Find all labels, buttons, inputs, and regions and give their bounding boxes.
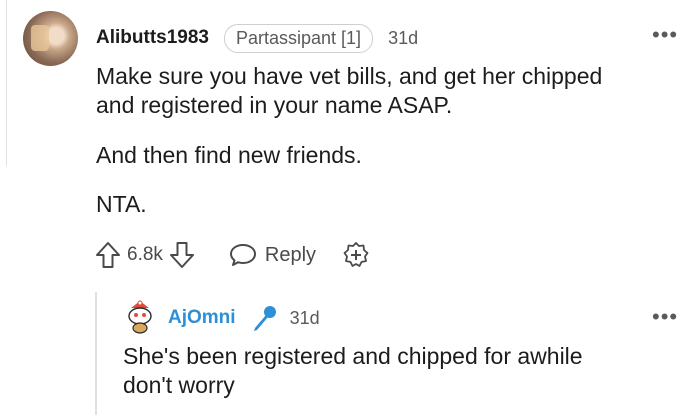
thread-line [0, 0, 7, 166]
reply-username[interactable]: AjOmni [168, 307, 236, 329]
reply-avatar[interactable] [125, 300, 155, 334]
reply-more-icon[interactable]: ••• [652, 306, 678, 328]
reply-header: AjOmni 31d [168, 304, 320, 332]
reply-label: Reply [264, 243, 317, 266]
comment-line-3: And then find new friends. [96, 142, 362, 168]
username[interactable]: Alibutts1983 [96, 27, 209, 49]
reply-thread-line [95, 292, 97, 415]
comment-header: Alibutts1983 Partassipant [1] 31d [96, 23, 419, 53]
downvote-icon[interactable] [169, 241, 195, 269]
microphone-icon [250, 304, 278, 332]
reply-line-1: She's been registered and chipped for aw… [123, 343, 583, 369]
chat-bubble-icon [229, 242, 257, 268]
comment-line-2: and registered in your name ASAP. [96, 92, 453, 118]
vote-score: 6.8k [127, 244, 163, 265]
comment-line-1: Make sure you have vet bills, and get he… [96, 63, 603, 89]
avatar[interactable] [23, 11, 78, 66]
reply-button[interactable]: Reply [229, 242, 316, 268]
upvote-icon[interactable] [95, 241, 121, 269]
timestamp: 31d [388, 27, 419, 48]
reply-line-2: don't worry [123, 372, 235, 398]
user-flair: Partassipant [1] [223, 23, 374, 53]
comment-line-4: NTA. [96, 191, 147, 217]
comment-actions: 6.8k Reply [95, 238, 370, 272]
reply-timestamp: 31d [289, 307, 320, 328]
award-plus-icon[interactable] [342, 241, 370, 269]
more-icon[interactable]: ••• [652, 24, 678, 46]
reply-text: She's been registered and chipped for aw… [123, 342, 583, 400]
